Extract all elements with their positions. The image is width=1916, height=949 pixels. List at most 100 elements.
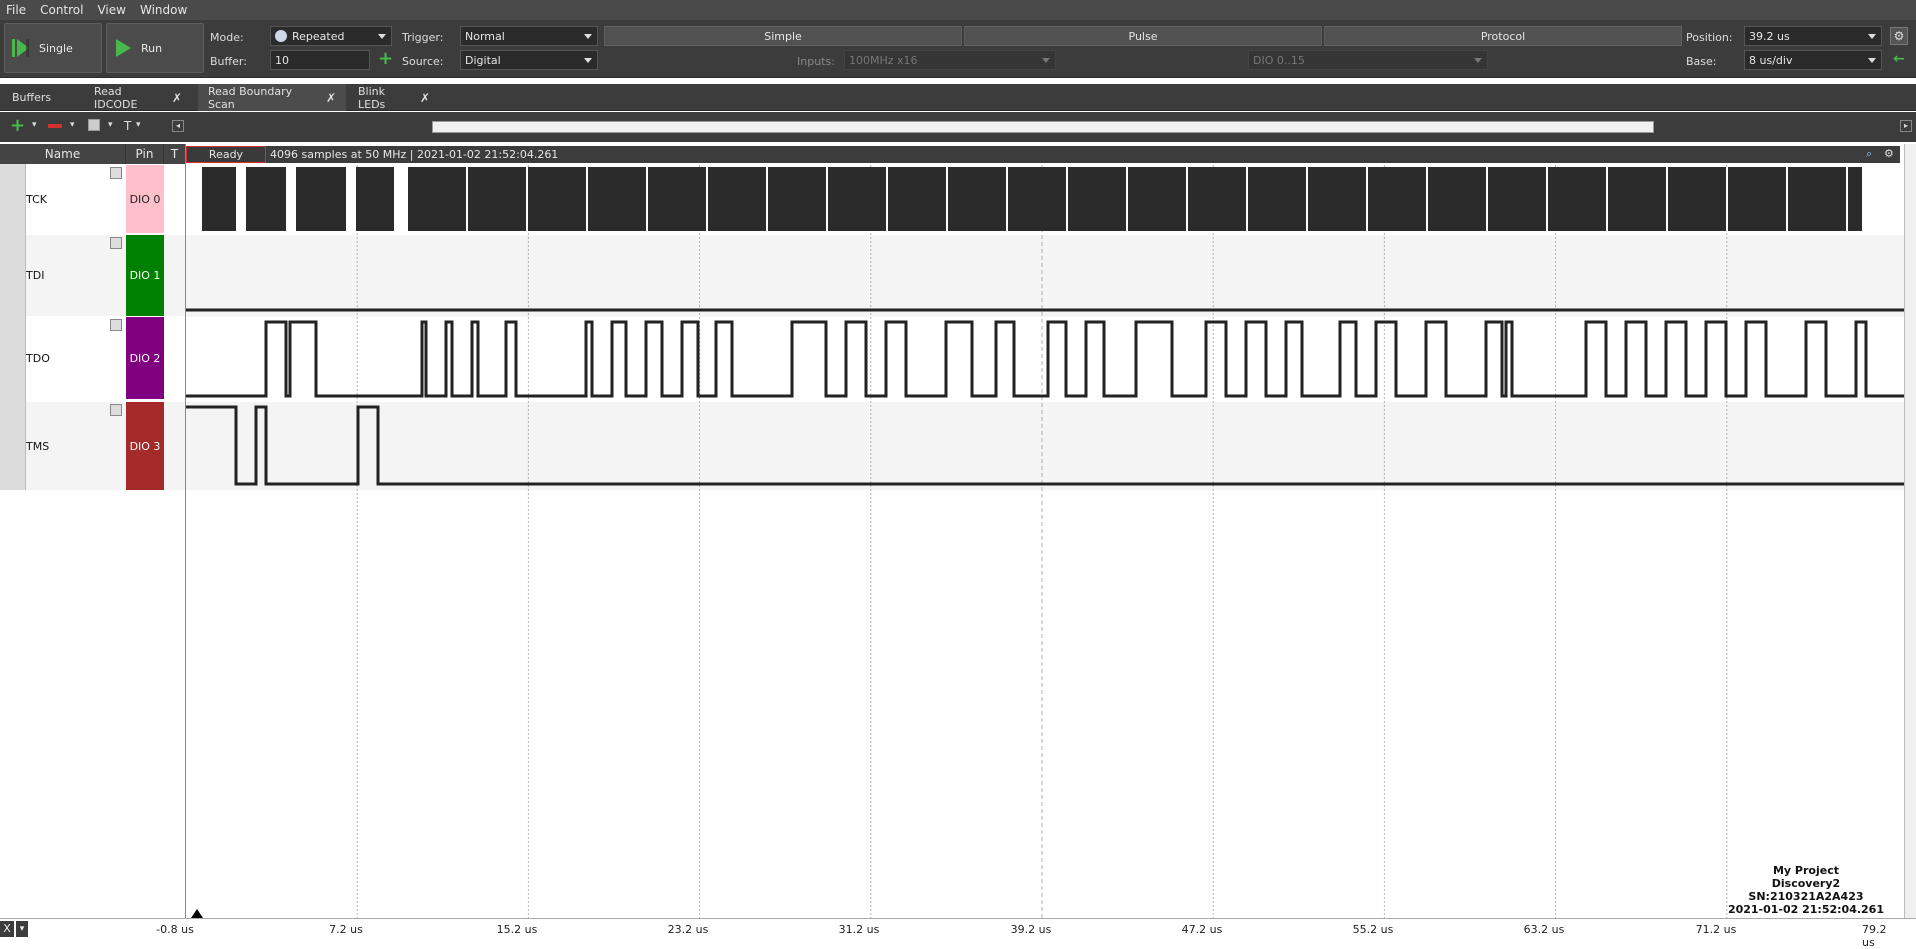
tab-read-boundary-scan[interactable]: Read Boundary Scan ✗: [198, 84, 346, 111]
position-value: 39.2 us: [1749, 29, 1790, 43]
pulse-trigger-button[interactable]: Pulse: [964, 26, 1322, 46]
edit-icon[interactable]: [110, 404, 122, 416]
inputs-select[interactable]: 100MHz x16: [844, 50, 1056, 70]
tck-edge: [526, 167, 528, 231]
channel-row-tck[interactable]: TCK DIO 0: [0, 165, 186, 233]
dio-range-value: DIO 0..15: [1253, 53, 1305, 67]
tab-label: Blink LEDs: [358, 84, 386, 111]
simple-trigger-button[interactable]: Simple: [604, 26, 962, 46]
vertical-scrollbar[interactable]: [1904, 144, 1916, 918]
run-button[interactable]: Run: [106, 23, 204, 73]
tck-edge: [1126, 167, 1128, 231]
tck-edge: [1726, 167, 1728, 231]
list-divider: [0, 164, 26, 490]
edit-icon[interactable]: [110, 167, 122, 179]
column-name-label: Name: [44, 147, 81, 161]
tck-edge: [586, 167, 588, 231]
column-header-t[interactable]: T: [164, 144, 186, 164]
expand-icon[interactable]: ▸: [1900, 120, 1912, 132]
protocol-trigger-button[interactable]: Protocol: [1324, 26, 1682, 46]
menu-view[interactable]: View: [97, 3, 125, 17]
time-axis: X ▾ -0.8 us 7.2 us 15.2 us 23.2 us 31.2 …: [0, 918, 1916, 949]
tck-edge: [946, 167, 948, 231]
run-icon: [116, 39, 131, 57]
axis-tick-label: 15.2 us: [496, 923, 538, 936]
menu-file[interactable]: File: [6, 3, 26, 17]
tck-edge: [1306, 167, 1308, 231]
channel-row-tdo[interactable]: TDO DIO 2: [0, 317, 186, 399]
chevron-down-icon[interactable]: ▾: [70, 120, 75, 130]
capture-timestamp: 2021-01-02 21:52:04.261: [1727, 903, 1884, 916]
chevron-down-icon[interactable]: ▾: [108, 120, 113, 130]
tck-edge: [466, 167, 468, 231]
column-header-name[interactable]: Name: [0, 144, 126, 164]
chevron-down-icon[interactable]: ▾: [32, 120, 37, 130]
tck-edge: [1186, 167, 1188, 231]
column-pin-label: Pin: [135, 147, 154, 161]
chevron-down-icon[interactable]: ▾: [136, 120, 141, 130]
close-icon[interactable]: ✗: [172, 91, 182, 105]
add-icon[interactable]: +: [378, 50, 393, 68]
chevron-down-icon[interactable]: ▾: [16, 921, 28, 937]
inputs-value: 100MHz x16: [849, 53, 918, 67]
single-button[interactable]: Single: [4, 23, 102, 73]
protocol-label: Protocol: [1480, 29, 1526, 43]
axis-tick-label: 23.2 us: [667, 923, 709, 936]
position-input[interactable]: 39.2 us: [1744, 26, 1882, 46]
channel-pin: DIO 1: [126, 235, 164, 316]
horizontal-scrollbar[interactable]: [432, 121, 1654, 133]
trigger-select[interactable]: Normal: [460, 26, 598, 46]
collapse-icon[interactable]: ◂: [172, 120, 184, 132]
arrow-left-icon[interactable]: ←: [1890, 51, 1908, 69]
simple-label: Simple: [764, 29, 802, 43]
edit-icon[interactable]: [110, 237, 122, 249]
edit-icon[interactable]: [110, 319, 122, 331]
axis-tick-label: 39.2 us: [1010, 923, 1052, 936]
channel-pin: DIO 0: [126, 165, 164, 233]
column-t-label: T: [170, 147, 179, 161]
text-format-icon[interactable]: T: [124, 119, 131, 133]
mode-select[interactable]: Repeated: [270, 26, 392, 46]
tck-edge: [1366, 167, 1368, 231]
buffer-value: 10: [275, 53, 289, 67]
edit-icon[interactable]: [88, 119, 100, 131]
tck-edge: [1006, 167, 1008, 231]
base-select[interactable]: 8 us/div: [1744, 50, 1882, 70]
tab-read-idcode[interactable]: Read IDCODE ✗: [84, 84, 192, 111]
add-channel-icon[interactable]: +: [10, 115, 25, 136]
tms-lane: [186, 402, 1904, 490]
buffer-stepper[interactable]: 10: [270, 50, 370, 70]
trigger-label: Trigger:: [402, 31, 444, 44]
tab-buffers[interactable]: Buffers: [2, 84, 82, 111]
tck-edge: [766, 167, 768, 231]
remove-channel-icon[interactable]: [48, 124, 62, 128]
mode-label: Mode:: [210, 31, 244, 44]
close-icon[interactable]: ✗: [420, 91, 430, 105]
position-label: Position:: [1686, 31, 1733, 44]
channel-row-tdi[interactable]: TDI DIO 1: [0, 235, 186, 316]
tck-edge: [886, 167, 888, 231]
close-icon[interactable]: ✗: [326, 91, 336, 105]
tdi-lane: [186, 235, 1904, 317]
tab-label: Read IDCODE: [94, 84, 138, 111]
device-info: My Project Discovery2 SN:210321A2A423 20…: [1728, 864, 1884, 916]
column-header-pin[interactable]: Pin: [126, 144, 164, 164]
trigger-marker-icon[interactable]: [191, 909, 203, 918]
source-select[interactable]: Digital: [460, 50, 598, 70]
channel-row-tms[interactable]: TMS DIO 3: [0, 402, 186, 490]
tab-blink-leds[interactable]: Blink LEDs ✗: [348, 84, 440, 111]
axis-close-button[interactable]: X: [0, 921, 14, 937]
axis-tick-label: -0.8 us: [156, 923, 194, 936]
axis-tick-label: 7.2 us: [329, 923, 363, 936]
inputs-label: Inputs:: [797, 55, 835, 68]
source-label: Source:: [402, 55, 444, 68]
menu-control[interactable]: Control: [40, 3, 83, 17]
chevron-down-icon: [378, 34, 386, 39]
waveform-plot[interactable]: [186, 144, 1904, 918]
single-icon: [12, 39, 29, 57]
gear-icon[interactable]: ⚙: [1890, 27, 1908, 45]
device-name: Discovery2: [1771, 877, 1841, 890]
menu-window[interactable]: Window: [140, 3, 187, 17]
single-label: Single: [39, 41, 73, 55]
dio-range-select[interactable]: DIO 0..15: [1248, 50, 1488, 70]
